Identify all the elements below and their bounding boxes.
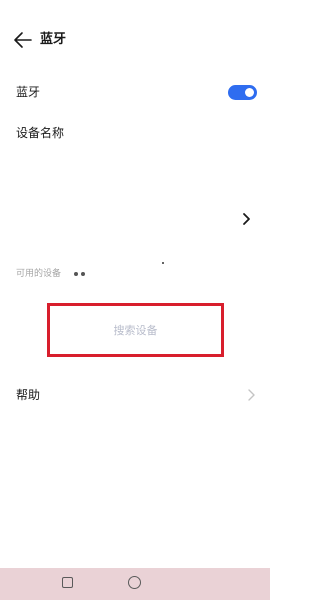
help-row[interactable] — [0, 380, 270, 410]
toggle-knob — [245, 88, 254, 97]
bluetooth-label: 蓝牙 — [16, 85, 41, 99]
app-bar: 蓝牙 — [0, 0, 270, 80]
dot-mark — [162, 262, 164, 264]
system-nav-bar — [0, 568, 270, 600]
page-title: 蓝牙 — [40, 32, 67, 47]
search-devices-button[interactable]: 搜索设备 — [47, 303, 224, 357]
search-devices-label: 搜索设备 — [113, 324, 158, 337]
square-icon[interactable] — [62, 577, 73, 588]
back-button[interactable] — [13, 31, 33, 49]
device-name-label: 设备名称 — [16, 126, 65, 140]
circle-icon[interactable] — [128, 576, 141, 589]
available-devices-header: 可用的设备 — [16, 269, 62, 279]
chevron-right-icon[interactable] — [240, 212, 252, 226]
arrow-left-icon — [14, 32, 32, 48]
help-label: 帮助 — [16, 388, 41, 402]
bluetooth-toggle[interactable] — [228, 85, 257, 100]
loading-dots-icon — [74, 272, 90, 278]
chevron-right-icon[interactable] — [246, 388, 256, 402]
